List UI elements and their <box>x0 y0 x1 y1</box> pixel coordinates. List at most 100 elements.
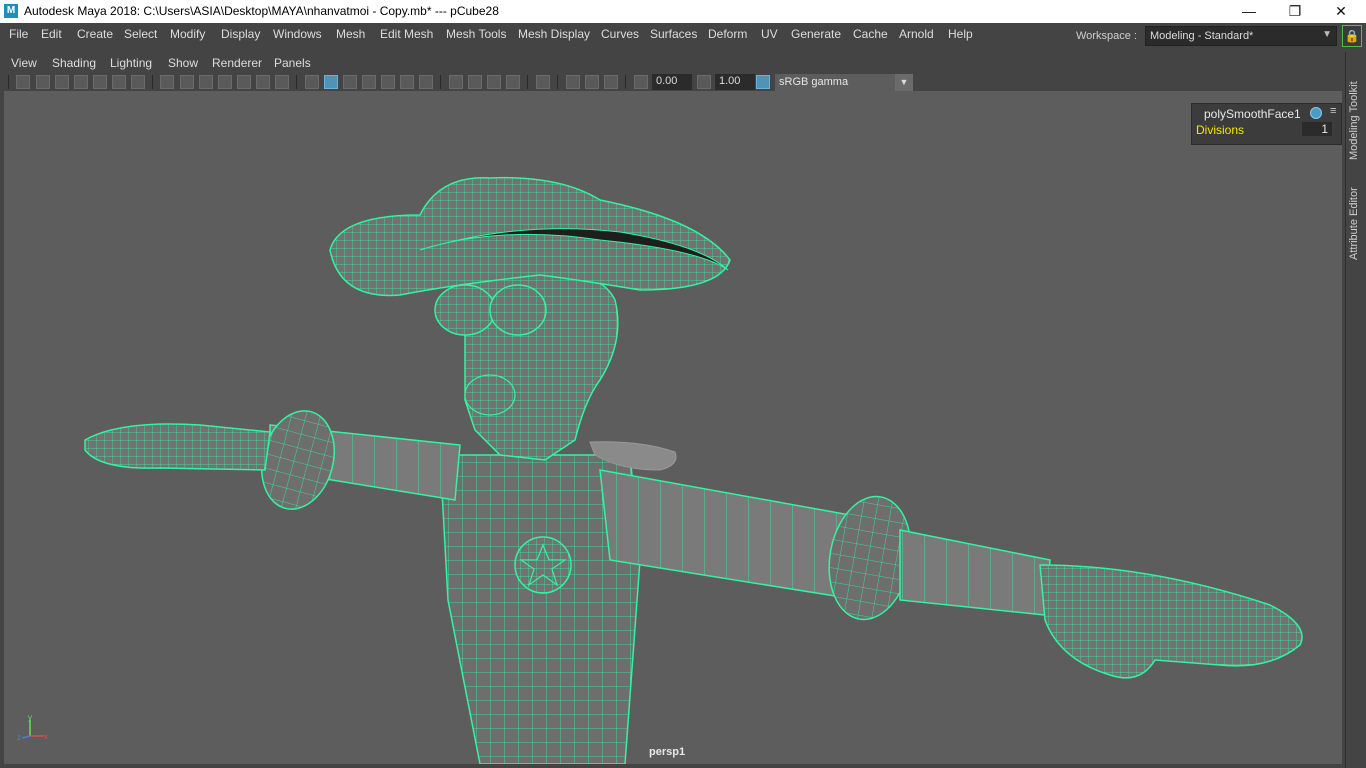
badge-mesh <box>514 536 572 594</box>
tab-modeling-toolkit[interactable]: Modeling Toolkit <box>1348 60 1366 160</box>
backface-culling-icon[interactable] <box>604 75 618 89</box>
use-all-lights-icon[interactable] <box>400 75 414 89</box>
menu-edit-mesh[interactable]: Edit Mesh <box>380 27 433 41</box>
xray-joints-icon[interactable] <box>585 75 599 89</box>
workspace-select[interactable]: Modeling - Standard* ▼ <box>1145 26 1337 46</box>
brush-icon[interactable] <box>131 75 145 89</box>
menu-select[interactable]: Select <box>124 27 157 41</box>
tab-attribute-editor[interactable]: Attribute Editor <box>1348 170 1366 260</box>
menu-arnold[interactable]: Arnold <box>899 27 934 41</box>
menu-surfaces[interactable]: Surfaces <box>650 27 697 41</box>
menu-file[interactable]: File <box>9 27 28 41</box>
svg-text:z: z <box>17 733 21 742</box>
menu-generate[interactable]: Generate <box>791 27 841 41</box>
menu-deform[interactable]: Deform <box>708 27 747 41</box>
toolbar-separator <box>152 75 153 89</box>
right-arm-mesh <box>599 469 1303 679</box>
camera-attributes-icon[interactable] <box>36 75 50 89</box>
attribute-name: Divisions <box>1196 123 1245 137</box>
screen-space-ao-icon[interactable] <box>449 75 463 89</box>
workspace-label: Workspace : <box>1076 30 1137 42</box>
color-space-select[interactable]: sRGB gamma <box>775 74 895 91</box>
menu-uv[interactable]: UV <box>761 27 778 41</box>
safe-action-icon[interactable] <box>256 75 270 89</box>
menu-help[interactable]: Help <box>948 27 973 41</box>
wireframe-on-shaded-icon[interactable] <box>362 75 376 89</box>
window-title: Autodesk Maya 2018: C:\Users\ASIA\Deskto… <box>24 4 499 18</box>
resolution-gate-icon[interactable] <box>199 75 213 89</box>
grease-pencil-icon[interactable] <box>93 75 107 89</box>
menu-windows[interactable]: Windows <box>273 27 322 41</box>
panel-menu-shading[interactable]: Shading <box>52 56 96 70</box>
lock-icon[interactable]: 🔒 <box>1342 25 1362 47</box>
toolbar-separator <box>557 75 558 89</box>
2d-pan-zoom-icon[interactable] <box>112 75 126 89</box>
main-menu-bar: File Edit Create Select Modify Display W… <box>0 23 1366 49</box>
select-camera-icon[interactable] <box>16 75 30 89</box>
menu-mesh-display[interactable]: Mesh Display <box>518 27 590 41</box>
gamma-field[interactable]: 1.00 <box>715 74 755 90</box>
toolbar-separator <box>527 75 528 89</box>
node-toggle-icon[interactable] <box>1310 107 1322 119</box>
menu-curves[interactable]: Curves <box>601 27 639 41</box>
svg-text:x: x <box>44 732 48 741</box>
side-tab-bar: Modeling Toolkit Attribute Editor <box>1345 52 1366 768</box>
default-material-icon[interactable] <box>343 75 357 89</box>
color-management-icon[interactable] <box>756 75 770 89</box>
gamma-icon[interactable] <box>697 75 711 89</box>
left-arm-mesh <box>84 410 461 510</box>
field-chart-icon[interactable] <box>237 75 251 89</box>
menu-edit[interactable]: Edit <box>41 27 62 41</box>
isolate-select-icon[interactable] <box>536 75 550 89</box>
node-name: polySmoothFace1 <box>1204 107 1301 121</box>
menu-mesh[interactable]: Mesh <box>336 27 365 41</box>
camera-label: persp1 <box>649 746 686 758</box>
toolbar-separator <box>296 75 297 89</box>
toolbar-separator <box>625 75 626 89</box>
depth-of-field-icon[interactable] <box>506 75 520 89</box>
gate-mask-icon[interactable] <box>218 75 232 89</box>
safe-title-icon[interactable] <box>275 75 289 89</box>
xray-icon[interactable] <box>566 75 580 89</box>
attribute-value-field[interactable]: 1 <box>1302 122 1332 136</box>
exposure-icon[interactable] <box>634 75 648 89</box>
3d-viewport[interactable] <box>4 91 1342 764</box>
menu-display[interactable]: Display <box>221 27 260 41</box>
menu-modify[interactable]: Modify <box>170 27 205 41</box>
shadows-icon[interactable] <box>419 75 433 89</box>
anti-aliasing-icon[interactable] <box>487 75 501 89</box>
exposure-field[interactable]: 0.00 <box>652 74 692 90</box>
wireframe-icon[interactable] <box>305 75 319 89</box>
panel-menu-renderer[interactable]: Renderer <box>212 56 262 70</box>
panel-menu-bar: View Shading Lighting Show Renderer Pane… <box>0 52 1345 72</box>
menu-icon[interactable]: ≡ <box>1330 105 1336 117</box>
panel-toolbar: 0.00 1.00 sRGB gamma ▼ <box>0 72 1345 92</box>
minimize-icon[interactable]: — <box>1226 0 1272 23</box>
panel-menu-panels[interactable]: Panels <box>274 56 311 70</box>
motion-blur-icon[interactable] <box>468 75 482 89</box>
menu-mesh-tools[interactable]: Mesh Tools <box>446 27 506 41</box>
menu-create[interactable]: Create <box>77 27 113 41</box>
image-plane-icon[interactable] <box>74 75 88 89</box>
panel-menu-show[interactable]: Show <box>168 56 198 70</box>
film-gate-icon[interactable] <box>180 75 194 89</box>
panel-menu-lighting[interactable]: Lighting <box>110 56 152 70</box>
restore-icon[interactable]: ❐ <box>1272 0 1318 23</box>
bookmarks-icon[interactable] <box>55 75 69 89</box>
grid-icon[interactable] <box>160 75 174 89</box>
toolbar-separator <box>440 75 441 89</box>
chevron-down-icon: ▼ <box>1322 29 1332 40</box>
svg-text:y: y <box>28 713 32 722</box>
maya-logo-icon: M <box>4 4 18 18</box>
menu-cache[interactable]: Cache <box>853 27 888 41</box>
workspace-value: Modeling - Standard* <box>1150 30 1254 42</box>
neck-head-mesh <box>434 261 619 461</box>
smooth-shade-icon[interactable] <box>324 75 338 89</box>
chevron-down-icon[interactable]: ▼ <box>895 74 913 91</box>
axis-gizmo-icon: y x z <box>17 713 48 742</box>
toolbar-separator <box>8 75 9 89</box>
panel-menu-view[interactable]: View <box>11 56 37 70</box>
title-bar: M Autodesk Maya 2018: C:\Users\ASIA\Desk… <box>0 0 1366 23</box>
textured-icon[interactable] <box>381 75 395 89</box>
close-icon[interactable]: ✕ <box>1318 0 1364 23</box>
